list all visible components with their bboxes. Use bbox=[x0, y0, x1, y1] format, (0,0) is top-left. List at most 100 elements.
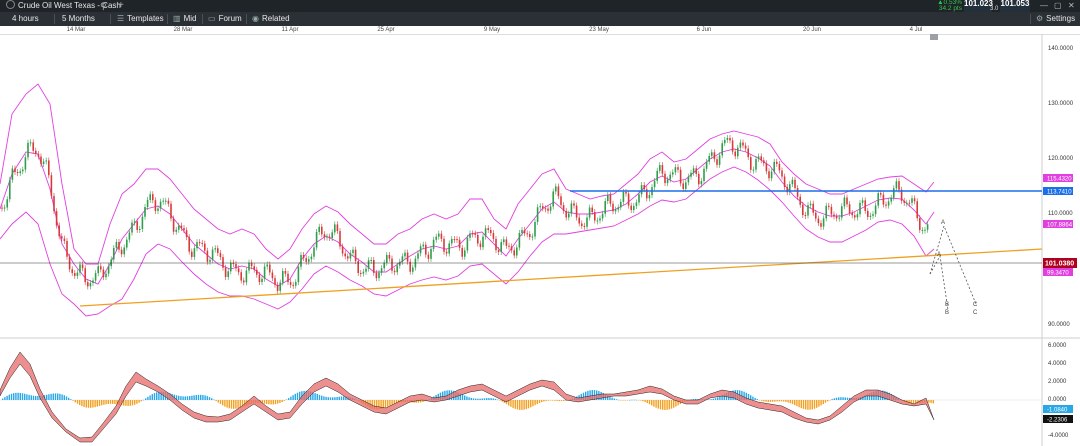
histogram-bar bbox=[807, 400, 809, 410]
candle bbox=[219, 252, 222, 258]
candle bbox=[71, 269, 73, 274]
trendline[interactable] bbox=[79, 248, 1043, 307]
templates-button[interactable]: ☰ Templates bbox=[117, 12, 164, 26]
histogram-bar bbox=[387, 400, 389, 407]
candle bbox=[594, 212, 596, 221]
candle bbox=[53, 195, 55, 212]
candle bbox=[396, 265, 398, 273]
histogram-bar bbox=[659, 400, 662, 410]
histogram-bar bbox=[125, 400, 127, 406]
candle bbox=[341, 246, 344, 254]
price-change: ▲0.53% 34.2 pts bbox=[937, 0, 962, 12]
mid-button[interactable]: ▥ Mid bbox=[173, 12, 196, 26]
candle bbox=[838, 217, 840, 219]
candle bbox=[526, 233, 528, 235]
candle bbox=[308, 259, 310, 262]
histogram-bar bbox=[778, 400, 780, 402]
histogram-bar bbox=[622, 400, 624, 401]
histogram-bar bbox=[635, 399, 637, 401]
candle bbox=[869, 215, 872, 217]
histogram-bar bbox=[127, 400, 129, 406]
chart-toolbar: 4 hours 5 Months ☰ Templates ▥ Mid ▭ Forum … bbox=[0, 12, 1080, 27]
histogram-bar bbox=[325, 396, 327, 400]
histogram-bar bbox=[85, 400, 87, 408]
histogram-bar bbox=[151, 394, 153, 400]
candle bbox=[136, 221, 138, 230]
candle bbox=[92, 280, 94, 284]
histogram-bar bbox=[35, 395, 37, 400]
search-icon[interactable]: ⚲ bbox=[100, 0, 107, 12]
candle bbox=[22, 169, 24, 172]
buy-button[interactable]: 101.053 bbox=[1000, 0, 1030, 12]
histogram-bar bbox=[928, 400, 930, 403]
candle bbox=[438, 233, 440, 237]
candle bbox=[708, 155, 710, 162]
histogram-bar bbox=[19, 392, 21, 400]
candle bbox=[373, 260, 375, 273]
candle bbox=[921, 230, 924, 232]
histogram-bar bbox=[211, 398, 213, 400]
candle bbox=[393, 270, 396, 273]
candle bbox=[107, 266, 110, 274]
candle bbox=[188, 237, 190, 252]
sell-button[interactable]: 101.023 bbox=[964, 0, 993, 12]
candle bbox=[729, 137, 731, 141]
candle bbox=[344, 253, 346, 257]
histogram-bar bbox=[545, 400, 547, 401]
histogram-bar bbox=[131, 400, 134, 406]
forum-button[interactable]: ▭ Forum bbox=[208, 12, 242, 26]
candle bbox=[149, 194, 151, 200]
candle bbox=[573, 203, 575, 206]
histogram-bar bbox=[479, 398, 481, 400]
histogram-bar bbox=[279, 400, 281, 403]
minimize-icon[interactable]: — bbox=[1040, 1, 1048, 11]
histogram-bar bbox=[835, 397, 838, 400]
candle bbox=[217, 248, 219, 253]
histogram-bar bbox=[774, 400, 776, 402]
candle bbox=[713, 152, 716, 160]
histogram-bar bbox=[796, 400, 798, 407]
histogram-bar bbox=[609, 396, 611, 400]
candle bbox=[809, 203, 812, 206]
popout-icon[interactable]: ▢ bbox=[1054, 1, 1062, 11]
candle bbox=[854, 215, 856, 218]
histogram-bar bbox=[213, 399, 215, 401]
candle bbox=[412, 267, 414, 272]
histogram-bar bbox=[620, 400, 622, 401]
candle bbox=[315, 232, 318, 248]
close-icon[interactable]: ✕ bbox=[1068, 1, 1075, 11]
candle bbox=[734, 151, 736, 157]
candle bbox=[102, 269, 105, 278]
histogram-bar bbox=[809, 400, 811, 410]
related-button[interactable]: ◉ Related bbox=[252, 12, 290, 26]
histogram-bar bbox=[338, 396, 340, 400]
candle bbox=[456, 239, 458, 241]
macd-tick: 2.0000 bbox=[1048, 379, 1067, 385]
candle bbox=[347, 256, 349, 259]
add-tab-icon[interactable]: + bbox=[118, 0, 124, 12]
histogram-bar bbox=[538, 400, 541, 404]
candle bbox=[256, 269, 258, 275]
candle bbox=[84, 268, 86, 283]
candle bbox=[804, 215, 807, 217]
date-tick: 14 Mar bbox=[66, 27, 86, 33]
candle bbox=[890, 197, 892, 202]
settings-button[interactable]: ⚙ Settings bbox=[1036, 12, 1075, 26]
histogram-bar bbox=[756, 399, 758, 400]
candle bbox=[505, 239, 508, 246]
histogram-bar bbox=[525, 400, 527, 410]
candle bbox=[802, 204, 804, 216]
histogram-bar bbox=[204, 395, 206, 400]
histogram-bar bbox=[499, 400, 501, 401]
histogram-bar bbox=[202, 395, 204, 400]
histogram-bar bbox=[76, 400, 79, 404]
candle bbox=[625, 192, 627, 194]
histogram-bar bbox=[129, 400, 131, 406]
price-chart[interactable]: A A B B C C 140.0000 130.0000 120.0000 1… bbox=[0, 34, 1080, 446]
candle bbox=[126, 239, 128, 248]
histogram-bar bbox=[263, 400, 266, 404]
candle bbox=[172, 218, 175, 232]
range-dropdown[interactable]: 5 Months bbox=[62, 12, 95, 26]
interval-dropdown[interactable]: 4 hours bbox=[12, 12, 39, 26]
instrument-icon bbox=[6, 0, 15, 9]
